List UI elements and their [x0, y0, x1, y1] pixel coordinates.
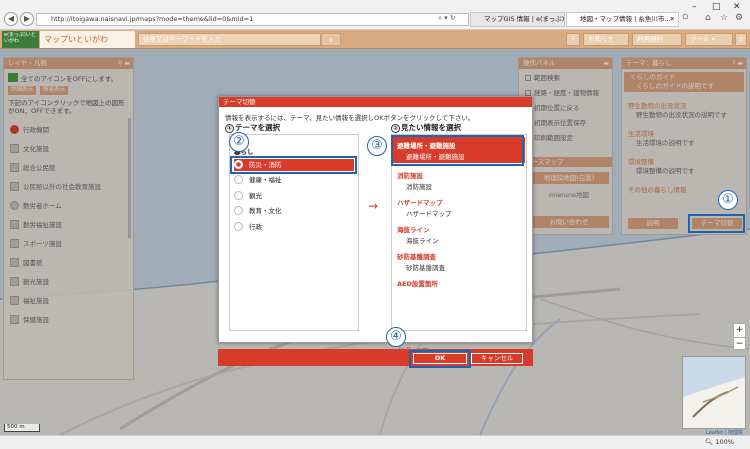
theme-option-label: 行政 — [249, 223, 262, 231]
zoom-value: 100% — [715, 438, 734, 446]
callout-box-theme — [230, 156, 357, 174]
maximize-icon[interactable]: □ — [712, 2, 721, 12]
theme-option-label: 健康・福祉 — [249, 176, 282, 184]
zoom-icon: 🔍︎ — [705, 438, 716, 446]
tools-button[interactable]: ツール ▾ — [685, 33, 733, 46]
new-tab-icon[interactable]: ▫ — [682, 12, 688, 22]
overview-graphics — [683, 357, 745, 418]
info-category-5[interactable]: AED設置箇所 — [397, 278, 438, 288]
theme-switch-dialog: テーマ切替 情報を表示するには、テーマ、見たい情報を選択しOKボタンをクリックし… — [218, 96, 533, 343]
close-tab-icon[interactable]: ✕ — [670, 13, 675, 26]
zoom-in-button[interactable]: + — [734, 324, 745, 337]
logo-text: e(まっぷ)いといがわ — [4, 32, 36, 44]
info-category-2[interactable]: ハザードマップ — [397, 197, 443, 207]
theme-option-2[interactable]: 健康・福祉 — [234, 174, 354, 186]
favorites-icon[interactable]: ☆ — [720, 13, 728, 23]
info-item-1[interactable]: 消防施設 — [406, 181, 432, 191]
theme-option-label: 観光 — [249, 192, 262, 200]
radio-icon — [234, 222, 243, 231]
minimize-icon[interactable]: – — [692, 2, 697, 12]
tab-label: マップGIS 情報 | e(まっぷ)いといがわ — [484, 15, 565, 23]
dialog-title: テーマ切替 — [223, 98, 256, 106]
info-item-3[interactable]: 海抜ライン — [406, 235, 439, 245]
browser-chrome: – □ ✕ ◀ ▶ http://itoigawa.naisnavi.jp/ma… — [0, 0, 750, 30]
callout-box-theme-switch — [688, 214, 745, 233]
map-scale: 500 m — [4, 424, 40, 432]
notice-label: お知らせ — [588, 35, 614, 43]
back-button[interactable]: ◀ — [4, 12, 18, 26]
tab-gis[interactable]: マップGIS 情報 | e(まっぷ)いといがわ — [470, 12, 565, 27]
close-window-icon[interactable]: ✕ — [733, 2, 741, 12]
callout-3: ③ — [367, 136, 387, 156]
left-column-title: ① テーマを選択 — [225, 122, 280, 133]
theme-option-4[interactable]: 教育・文化 — [234, 205, 354, 217]
site-logo[interactable]: e(まっぷ)いといがわ — [2, 31, 39, 48]
theme-option-5[interactable]: 行政 — [234, 221, 354, 233]
tools-label: ツール ▾ — [690, 35, 715, 43]
info-category-3[interactable]: 海抜ライン — [397, 224, 430, 234]
terms-button[interactable]: 利用規約 — [632, 33, 682, 46]
zoom-level[interactable]: 🔍︎ 100% — [705, 438, 734, 446]
home-icon[interactable]: ⌂ — [705, 13, 711, 23]
search-input[interactable]: 住所又はキーワードを入力 — [138, 33, 321, 46]
step-num-icon: ① — [225, 124, 234, 133]
radio-icon — [234, 175, 243, 184]
status-bar: 🔍︎ 100% — [0, 435, 750, 449]
address-bar[interactable]: http://itoigawa.naisnavi.jp/maps?mode=th… — [36, 13, 469, 26]
step-num-icon: ② — [391, 124, 400, 133]
notice-button[interactable]: お知らせ — [583, 33, 629, 46]
address-url: http://itoigawa.naisnavi.jp/maps?mode=th… — [51, 15, 254, 23]
site-banner: マップいといがわ — [40, 31, 135, 48]
callout-box-ok — [409, 350, 471, 368]
dialog-header: テーマ切替 — [219, 97, 532, 107]
arrow-right-icon: → — [368, 199, 379, 213]
radio-icon — [234, 191, 243, 200]
search-button[interactable]: ⌕ — [321, 33, 341, 46]
cancel-button[interactable]: キャンセル — [471, 353, 523, 364]
callout-box-info — [391, 135, 524, 166]
info-item-4[interactable]: 砂防基盤調査 — [406, 262, 445, 272]
callout-4: ④ — [386, 327, 406, 347]
terms-label: 利用規約 — [637, 35, 663, 43]
zoom-control: + − — [733, 323, 746, 350]
info-category-4[interactable]: 砂防基盤調査 — [397, 251, 436, 261]
settings-icon[interactable]: ⚙ — [735, 13, 743, 23]
info-category-1[interactable]: 消防施設 — [397, 170, 423, 180]
search-placeholder: 住所又はキーワードを入力 — [143, 35, 221, 43]
left-title-text: テーマを選択 — [235, 123, 280, 132]
menu-icon[interactable]: ≡ — [735, 33, 747, 46]
right-column-title: ② 見たい情報を選択 — [391, 122, 461, 133]
callout-2: ② — [229, 132, 249, 152]
radio-icon — [234, 206, 243, 215]
tab-label: 地図・マップ情報 | 糸魚川市... — [580, 15, 671, 23]
dialog-description: 情報を表示するには、テーマ、見たい情報を選択しOKボタンをクリックして下さい。 — [225, 114, 475, 122]
forward-button[interactable]: ▶ — [20, 12, 34, 26]
zoom-out-button[interactable]: − — [734, 337, 745, 351]
theme-option-3[interactable]: 観光 — [234, 190, 354, 202]
help-icon[interactable]: ? — [566, 33, 580, 46]
search-icon[interactable]: ⌕ ▾ ↻ — [438, 14, 456, 23]
banner-text: マップいといがわ — [44, 35, 108, 44]
overview-map[interactable] — [682, 356, 746, 429]
theme-option-label: 教育・文化 — [249, 207, 282, 215]
right-title-text: 見たい情報を選択 — [401, 123, 461, 132]
callout-1: ① — [718, 190, 738, 210]
tab-map[interactable]: 地図・マップ情報 | 糸魚川市... ✕ — [566, 12, 679, 27]
info-item-2[interactable]: ハザードマップ — [406, 208, 452, 218]
